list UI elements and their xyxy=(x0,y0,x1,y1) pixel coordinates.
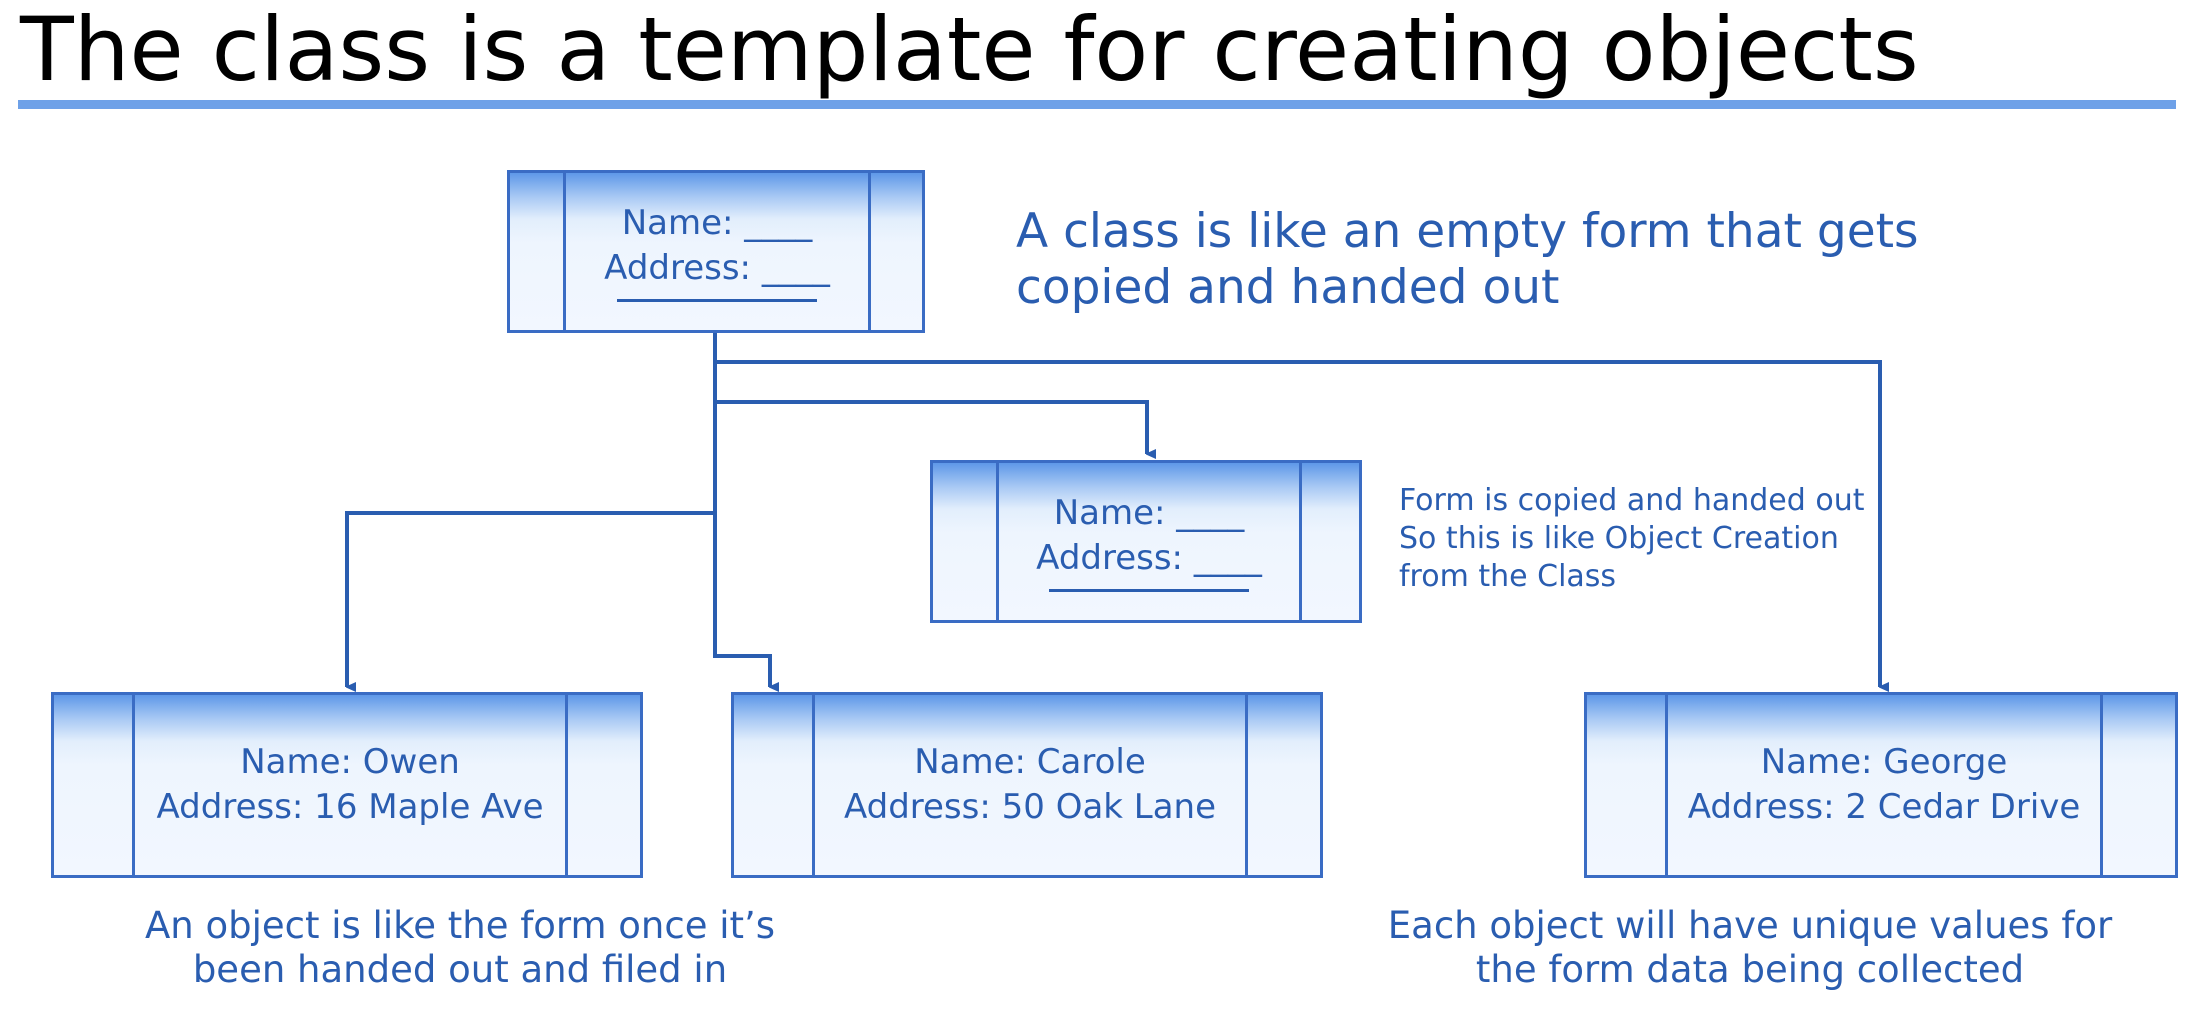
copy-note: Form is copied and handed out So this is… xyxy=(1399,482,1864,596)
copied-form-fields: Name: ____ Address: ____ xyxy=(999,463,1299,620)
object-form-owen: Name: Owen Address: 16 Maple Ave xyxy=(51,692,643,878)
unique-note-line-2: the form data being collected xyxy=(1475,948,2025,991)
object-address: Address: 16 Maple Ave xyxy=(156,787,544,827)
copied-form-box: Name: ____ Address: ____ xyxy=(930,460,1362,623)
object-name: Name: Owen xyxy=(240,742,460,783)
object-note-line-1: An object is like the form once it’s xyxy=(144,904,776,947)
object-name: Name: Carole xyxy=(914,742,1146,783)
form-divider-right xyxy=(1299,463,1302,620)
address-field-label: Address: ____ xyxy=(1036,538,1262,578)
copy-note-line-1: Form is copied and handed out xyxy=(1399,483,1865,518)
class-note-line-2: copied and handed out xyxy=(1016,260,1560,315)
form-divider-right xyxy=(1245,695,1248,875)
class-note-line-1: A class is like an empty form that gets xyxy=(1016,204,1919,259)
object-note: An object is like the form once it’s bee… xyxy=(110,904,810,992)
name-field-label: Name: ____ xyxy=(621,203,813,244)
object-address: Address: 50 Oak Lane xyxy=(843,787,1217,827)
form-divider-right xyxy=(565,695,568,875)
object-fields: Name: George Address: 2 Cedar Drive xyxy=(1668,695,2100,875)
object-fields: Name: Carole Address: 50 Oak Lane xyxy=(815,695,1245,875)
object-form-carole: Name: Carole Address: 50 Oak Lane xyxy=(731,692,1323,878)
class-form-fields: Name: ____ Address: ____ xyxy=(566,173,868,330)
class-form-box: Name: ____ Address: ____ xyxy=(507,170,925,333)
blank-field-line xyxy=(617,298,817,302)
name-field-label: Name: ____ xyxy=(1053,493,1245,534)
object-form-george: Name: George Address: 2 Cedar Drive xyxy=(1584,692,2178,878)
object-name: Name: George xyxy=(1760,742,2008,783)
address-field-label: Address: ____ xyxy=(604,248,830,288)
class-note: A class is like an empty form that gets … xyxy=(1016,204,1919,316)
arrow-to-owen xyxy=(345,333,717,687)
object-note-line-2: been handed out and filed in xyxy=(192,948,728,991)
form-divider-right xyxy=(2100,695,2103,875)
arrow-to-carole xyxy=(713,333,770,687)
unique-values-note: Each object will have unique values for … xyxy=(1380,904,2120,992)
arrow-to-copy-form xyxy=(713,333,1147,454)
form-divider-right xyxy=(868,173,871,330)
unique-note-line-1: Each object will have unique values for xyxy=(1387,904,2113,947)
copy-note-line-2: So this is like Object Creation xyxy=(1399,521,1839,556)
object-address: Address: 2 Cedar Drive xyxy=(1687,787,2081,827)
blank-field-line xyxy=(1049,588,1249,592)
object-fields: Name: Owen Address: 16 Maple Ave xyxy=(135,695,565,875)
copy-note-line-3: from the Class xyxy=(1399,559,1617,594)
